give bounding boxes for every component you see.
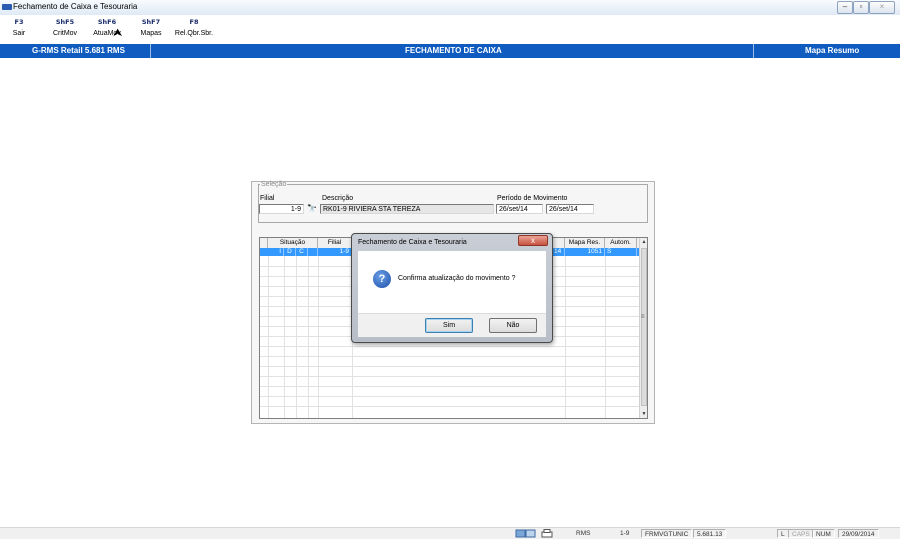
grid-line <box>260 356 639 357</box>
periodo-fim-field[interactable]: 26/set/14 <box>546 204 594 214</box>
periodo-inicio-field[interactable]: 26/set/14 <box>496 204 543 214</box>
grid-line <box>260 386 639 387</box>
critmov-label: CritMov <box>52 30 78 37</box>
critmov-button[interactable]: ShF5 CritMov <box>49 18 81 37</box>
grid-line <box>260 396 639 397</box>
header-bar: G-RMS Retail 5.681 RMS FECHAMENTO DE CAI… <box>0 44 900 58</box>
cell-situacao-empty <box>308 248 318 256</box>
grid-line <box>260 406 639 407</box>
maximize-icon[interactable]: ▫ <box>853 1 869 14</box>
system-version: G-RMS Retail 5.681 RMS <box>32 46 125 55</box>
mapa-resumo-label: Mapa Resumo <box>805 46 860 55</box>
grid-line <box>308 256 309 418</box>
dialog-body: ? Confirma atualização do movimento ? <box>358 251 546 313</box>
cell-mapa-res: 1051 <box>565 248 605 256</box>
critmov-key: ShF5 <box>55 18 75 26</box>
cell-situacao-i: I <box>268 248 284 256</box>
col-filial[interactable]: Filial <box>318 238 352 248</box>
network-icon <box>515 529 537 538</box>
scroll-grip-icon: ≡ <box>641 314 645 320</box>
page-title: FECHAMENTO DE CAIXA <box>405 46 502 55</box>
col-mapa-res[interactable]: Mapa Res. <box>565 238 605 248</box>
sair-button[interactable]: F3 Sair <box>7 18 31 37</box>
grid-header-indicator <box>260 238 268 248</box>
status-bar: RMS 1-9 FRMVGTUNIC 5.681.13 L CAPS NUM 2… <box>0 527 900 539</box>
mapas-label: Mapas <box>140 30 162 37</box>
dialog-footer: Sim Não <box>358 313 546 337</box>
binoculars-icon[interactable]: 🔭 <box>307 204 318 214</box>
selecao-legend: Seleção <box>261 181 287 188</box>
cell-situacao-c: C <box>296 248 308 256</box>
status-l: L <box>777 529 789 538</box>
relqbrsbr-key: F8 <box>189 18 199 26</box>
periodo-label: Período de Movimento <box>497 195 568 202</box>
cell-autom: S <box>605 248 637 256</box>
sim-button[interactable]: Sim <box>425 318 473 333</box>
mapas-button[interactable]: ShF7 Mapas <box>137 18 165 37</box>
scroll-up-icon[interactable]: ▲ <box>640 238 647 246</box>
minimize-icon[interactable]: – <box>837 1 853 14</box>
close-icon[interactable]: × <box>869 1 895 14</box>
question-icon: ? <box>373 270 391 288</box>
sair-label: Sair <box>12 30 26 37</box>
col-autom[interactable]: Autom. <box>605 238 637 248</box>
grid-line <box>260 376 639 377</box>
grid-line <box>284 256 285 418</box>
grid-line <box>565 256 566 418</box>
cell-situacao-d: D <box>284 248 296 256</box>
cell-filial: 1-9 <box>318 248 352 256</box>
relqbrsbr-button[interactable]: F8 Rel.Qbr.Sbr. <box>172 18 216 37</box>
status-version: 5.681.13 <box>693 529 727 538</box>
filial-label: Filial <box>260 195 275 202</box>
nao-button[interactable]: Não <box>489 318 537 333</box>
dialog-message: Confirma atualização do movimento ? <box>398 275 516 282</box>
window-title: Fechamento de Caixa e Tesouraria <box>13 2 138 11</box>
dialog-close-button[interactable]: x <box>518 235 548 246</box>
status-filial: 1-9 <box>620 530 630 537</box>
grid-line <box>296 256 297 418</box>
relqbrsbr-label: Rel.Qbr.Sbr. <box>174 30 214 37</box>
mouse-cursor-icon: ⮝ <box>113 27 123 39</box>
selecao-group: Seleção <box>258 181 648 223</box>
grid-line <box>268 256 269 418</box>
status-num: NUM <box>812 529 835 538</box>
status-program: FRMVGTUNIC <box>641 529 693 538</box>
printer-icon <box>541 529 555 538</box>
grid-line <box>260 346 639 347</box>
confirm-dialog: Fechamento de Caixa e Tesouraria x ? Con… <box>351 233 553 343</box>
header-divider <box>753 44 754 58</box>
app-icon <box>2 4 12 10</box>
grid-line <box>318 256 319 418</box>
status-date: 29/09/2014 <box>838 529 879 538</box>
col-situacao[interactable]: Situação <box>268 238 318 248</box>
sair-key: F3 <box>14 18 24 26</box>
atuamov-key: ShF6 <box>97 18 117 26</box>
cell-partial: 14 <box>553 248 565 256</box>
mapas-key: ShF7 <box>141 18 161 26</box>
function-key-toolbar: F3 Sair ShF5 CritMov ShF6 AtuaMov ShF7 M… <box>0 15 900 44</box>
status-caps: CAPS <box>788 529 814 538</box>
descricao-field: RK01-9 RIVIERA STA TEREZA <box>320 204 494 214</box>
grid-line <box>605 256 606 418</box>
scroll-down-icon[interactable]: ▼ <box>640 410 647 418</box>
filial-field[interactable]: 1-9 <box>259 204 304 214</box>
grid-scrollbar[interactable]: ▲ ≡ ▼ <box>639 238 647 418</box>
window-title-bar: Fechamento de Caixa e Tesouraria – ▫ × <box>0 0 900 16</box>
header-divider <box>150 44 151 58</box>
dialog-title: Fechamento de Caixa e Tesouraria <box>358 239 467 246</box>
scroll-thumb[interactable] <box>641 248 647 406</box>
grid-line <box>260 366 639 367</box>
descricao-label: Descrição <box>322 195 354 202</box>
status-app: RMS <box>576 530 591 537</box>
